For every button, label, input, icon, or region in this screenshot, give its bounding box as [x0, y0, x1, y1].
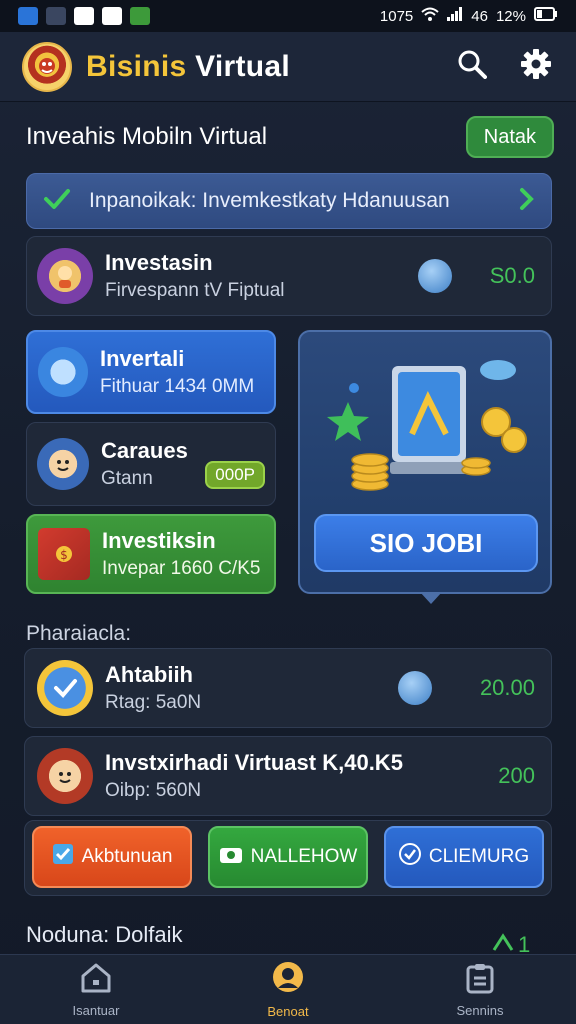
app-header: Bisinis Virtual — [0, 32, 576, 102]
list-item-title: Invstxirhadi Virtuast K,40.K5 — [105, 750, 403, 775]
signal-icon — [447, 7, 463, 25]
action-label: CLIEMURG — [428, 846, 530, 867]
gear-icon — [520, 48, 552, 85]
nav-label: Benoat — [267, 1003, 309, 1019]
investasin-avatar — [37, 248, 93, 304]
tile-investiksin[interactable]: $ Investiksin Invepar 1660 C/K5 — [26, 514, 276, 594]
coin-icon — [417, 259, 452, 293]
footer-label: Noduna: Dolfaik — [26, 922, 183, 947]
app-logo — [22, 41, 72, 92]
camera-icon — [219, 844, 243, 870]
list-item-subtitle: Oibp: 560N — [105, 780, 202, 801]
clipboard-icon — [464, 962, 496, 999]
character-avatar — [37, 438, 89, 490]
tile-invertali[interactable]: Invertali Fithuar 1434 0MM — [26, 330, 276, 414]
wallet-icon: $ — [38, 528, 90, 580]
list-item[interactable]: Invstxirhadi Virtuast K,40.K5 Oibp: 560N… — [24, 736, 552, 816]
wifi-icon — [421, 7, 439, 25]
promo-pointer — [420, 592, 442, 604]
nav-label: Sennins — [456, 1002, 504, 1018]
svg-text:$: $ — [60, 548, 68, 562]
search-icon — [457, 49, 487, 84]
promo-button[interactable]: SIO JOBI — [314, 514, 538, 572]
action-button-cliemurg[interactable]: CLIEMURG — [384, 826, 544, 888]
tile-subtitle: Fithuar 1434 0MM — [100, 376, 255, 397]
section-title: Inveahis Mobiln Virtual — [26, 123, 268, 150]
tile-badge: 000P — [205, 461, 265, 489]
natak-button[interactable]: Natak — [465, 116, 554, 158]
list-label: Pharaiacla: — [26, 622, 132, 645]
camera-notif-icon — [74, 7, 94, 25]
tile-title: Caraues — [101, 438, 188, 463]
investment-card[interactable]: Investasin Firvespann tV Fiptual S0.0 — [26, 236, 552, 316]
network-type: 46 — [471, 7, 488, 25]
shield-check-icon — [398, 843, 421, 871]
nav-label: Isantuar — [72, 1002, 120, 1018]
list-item-amount: 20.00 — [479, 675, 535, 700]
nav-profile[interactable]: Benoat — [192, 955, 384, 1024]
shield-notif-icon — [130, 7, 150, 25]
coin-icon — [397, 671, 432, 705]
app-title: Bisinis Virtual — [86, 50, 290, 84]
settings-button[interactable] — [518, 49, 554, 85]
card-amount: S0.0 — [489, 263, 535, 288]
home-icon — [79, 962, 113, 999]
tile-title: Investiksin — [102, 528, 216, 553]
card-subtitle: Firvespann tV Fiptual — [105, 280, 285, 301]
promo-card: SIO JOBI — [298, 330, 552, 594]
app-title-part2: Virtual — [195, 49, 291, 83]
nav-settings[interactable]: Sennins — [384, 955, 576, 1024]
action-button-akbtunuan[interactable]: Akbtunuan — [32, 826, 192, 888]
battery-level: 12% — [495, 7, 526, 25]
list-item-subtitle: Rtag: 5a0N — [105, 692, 202, 713]
action-label: Akbtunuan — [81, 846, 173, 867]
bottom-nav: Isantuar Benoat Sennins — [0, 954, 576, 1024]
action-label: NALLEHOW — [250, 846, 358, 867]
status-bar: 1075 46 12% — [0, 0, 576, 32]
status-time: 1075 — [379, 7, 414, 25]
check-icon — [43, 188, 71, 215]
action-button-nallehow[interactable]: NALLEHOW — [208, 826, 368, 888]
nav-home[interactable]: Isantuar — [0, 955, 192, 1024]
search-button[interactable] — [454, 49, 490, 85]
card-title: Investasin — [105, 250, 213, 275]
section-header: Inveahis Mobiln Virtual Natak — [26, 112, 554, 162]
banner-text: Inpanoikak: Invemkestkaty Hdanuusan — [89, 189, 450, 212]
tile-subtitle: Gtann — [101, 468, 153, 489]
gallery-notif-icon — [102, 7, 122, 25]
app-notif-icon — [18, 7, 38, 25]
tile-title: Invertali — [100, 346, 185, 371]
app-title-part1: Bisinis — [86, 49, 187, 83]
list-item-title: Ahtabiih — [105, 662, 193, 687]
info-banner[interactable]: Inpanoikak: Invemkestkaty Hdanuusan — [26, 173, 552, 229]
computer-coins-illustration — [327, 360, 527, 491]
battery-icon — [534, 7, 558, 25]
notification-icons — [18, 7, 150, 25]
tile-subtitle: Invepar 1660 C/K5 — [102, 558, 261, 579]
chevron-right-icon — [519, 187, 535, 216]
list-item[interactable]: Ahtabiih Rtag: 5a0N 20.00 — [24, 648, 552, 728]
profile-icon — [270, 961, 306, 1000]
tile-caraues[interactable]: Caraues Gtann 000P — [26, 422, 276, 506]
list-item-amount: 200 — [498, 763, 535, 788]
verified-icon — [37, 660, 93, 716]
game-notif-icon — [46, 7, 66, 25]
check-square-icon — [52, 843, 74, 871]
globe-icon — [38, 347, 88, 397]
character-avatar — [37, 748, 93, 804]
